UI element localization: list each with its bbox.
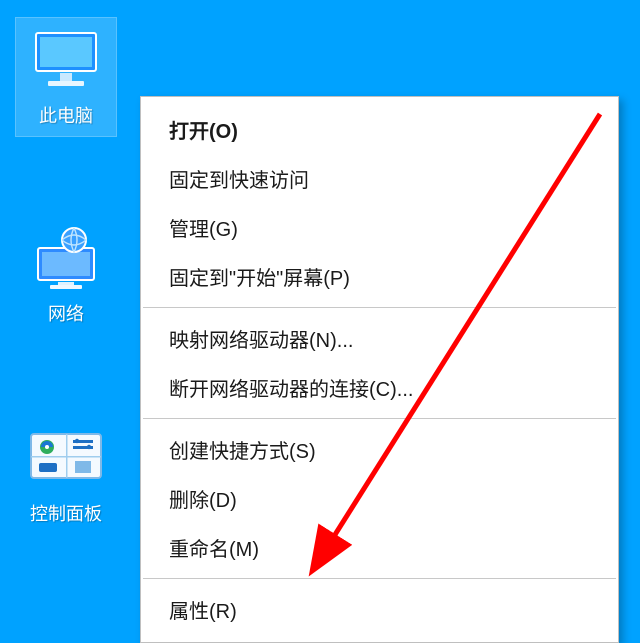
desktop-icon-control-panel[interactable]: 控制面板	[16, 420, 116, 532]
desktop-icon-label: 控制面板	[16, 500, 116, 526]
desktop-icon-label: 网络	[16, 300, 116, 326]
menu-item-map-network-drive[interactable]: 映射网络驱动器(N)...	[141, 314, 618, 363]
menu-item-disconnect-network-drive[interactable]: 断开网络驱动器的连接(C)...	[141, 363, 618, 412]
menu-item-rename[interactable]: 重命名(M)	[141, 523, 618, 572]
menu-item-delete[interactable]: 删除(D)	[141, 474, 618, 523]
desktop-icon-label: 此电脑	[16, 102, 116, 128]
menu-item-manage[interactable]: 管理(G)	[141, 203, 618, 252]
desktop-icon-this-pc[interactable]: 此电脑	[16, 18, 116, 136]
network-icon	[16, 222, 116, 294]
menu-separator	[143, 307, 616, 308]
computer-icon	[16, 24, 116, 96]
desktop-icon-network[interactable]: 网络	[16, 220, 116, 332]
menu-item-create-shortcut[interactable]: 创建快捷方式(S)	[141, 425, 618, 474]
menu-separator	[143, 418, 616, 419]
context-menu: 打开(O) 固定到快速访问 管理(G) 固定到"开始"屏幕(P) 映射网络驱动器…	[140, 96, 619, 643]
menu-item-pin-quick-access[interactable]: 固定到快速访问	[141, 154, 618, 203]
control-panel-icon	[16, 422, 116, 494]
menu-item-pin-start[interactable]: 固定到"开始"屏幕(P)	[141, 252, 618, 301]
menu-separator	[143, 578, 616, 579]
menu-item-open[interactable]: 打开(O)	[141, 105, 618, 154]
